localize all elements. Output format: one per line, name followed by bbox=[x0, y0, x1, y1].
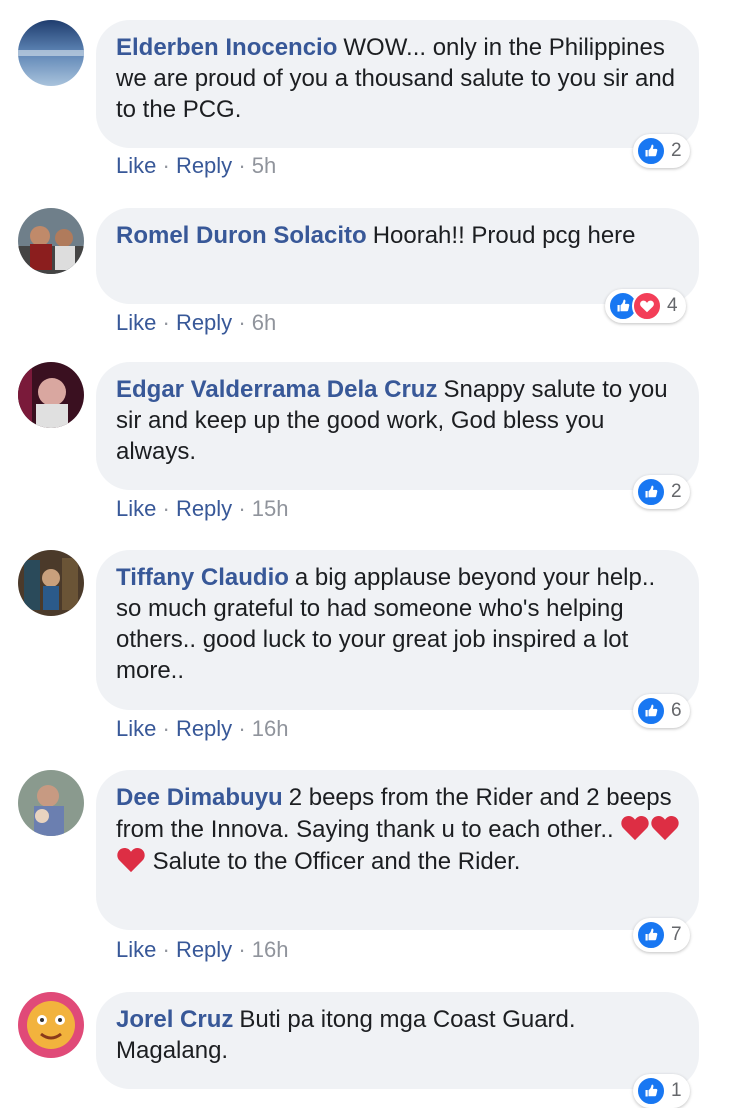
thumbs-up-icon bbox=[636, 136, 666, 166]
reaction-summary[interactable]: 6 bbox=[633, 694, 690, 728]
reply-link[interactable]: Reply bbox=[176, 496, 232, 521]
comment-actions: Like · Reply · 6h bbox=[116, 310, 277, 335]
reaction-count: 2 bbox=[671, 140, 682, 161]
comment-actions: Like · Reply · 15h bbox=[116, 496, 289, 521]
comment-bubble: Tiffany Claudio a big applause beyond you… bbox=[96, 550, 699, 710]
avatar[interactable] bbox=[18, 992, 84, 1058]
reaction-summary[interactable]: 1 bbox=[633, 1074, 690, 1108]
heart-icon bbox=[632, 291, 662, 321]
thumbs-up-icon bbox=[636, 1076, 666, 1106]
comment-text: Salute to the Officer and the Rider. bbox=[152, 848, 521, 875]
reply-link[interactable]: Reply bbox=[176, 716, 232, 741]
like-link[interactable]: Like bbox=[116, 496, 156, 521]
reaction-count: 2 bbox=[671, 481, 682, 502]
red-heart-emoji bbox=[116, 845, 146, 873]
comment-author[interactable]: Elderben Inocencio bbox=[116, 34, 337, 61]
like-link[interactable]: Like bbox=[116, 716, 156, 741]
comment-timestamp[interactable]: 5h bbox=[252, 153, 276, 178]
reaction-count: 7 bbox=[671, 924, 682, 945]
like-link[interactable]: Like bbox=[116, 153, 156, 178]
thumbs-up-icon bbox=[636, 920, 666, 950]
thumbs-up-icon bbox=[636, 477, 666, 507]
reaction-summary[interactable]: 2 bbox=[633, 134, 690, 168]
comment-author[interactable]: Tiffany Claudio bbox=[116, 564, 289, 591]
comment-timestamp[interactable]: 15h bbox=[252, 496, 289, 521]
like-link[interactable]: Like bbox=[116, 937, 156, 962]
reply-link[interactable]: Reply bbox=[176, 153, 232, 178]
comment-actions: Like · Reply · 5h bbox=[116, 153, 277, 178]
reaction-count: 1 bbox=[671, 1080, 682, 1101]
like-link[interactable]: Like bbox=[116, 310, 156, 335]
thumbs-up-icon bbox=[636, 696, 666, 726]
comment-author[interactable]: Romel Duron Solacito bbox=[116, 222, 367, 249]
red-heart-emoji bbox=[650, 813, 680, 841]
reaction-count: 4 bbox=[667, 295, 678, 316]
comment-text: Hoorah!! Proud pcg here bbox=[372, 222, 636, 249]
comment-bubble: Elderben Inocencio WOW... only in the Phi… bbox=[96, 20, 699, 148]
comment-timestamp[interactable]: 16h bbox=[252, 716, 289, 741]
comment-actions: Like · Reply · 16h bbox=[116, 716, 289, 741]
reaction-summary[interactable]: 2 bbox=[633, 475, 690, 509]
comment-bubble: Romel Duron Solacito Hoorah!! Proud pcg h… bbox=[96, 208, 699, 304]
red-heart-emoji bbox=[620, 813, 650, 841]
comment-actions: Like · Reply · 16h bbox=[116, 937, 289, 962]
comment-bubble: Dee Dimabuyu 2 beeps from the Rider and 2… bbox=[96, 770, 699, 930]
reaction-summary[interactable]: 4 bbox=[605, 289, 686, 323]
comment-author[interactable]: Edgar Valderrama Dela Cruz bbox=[116, 376, 437, 403]
comment-author[interactable]: Jorel Cruz bbox=[116, 1006, 233, 1033]
comment-timestamp[interactable]: 16h bbox=[252, 937, 289, 962]
reply-link[interactable]: Reply bbox=[176, 937, 232, 962]
comment-author[interactable]: Dee Dimabuyu bbox=[116, 784, 283, 811]
avatar[interactable] bbox=[18, 20, 84, 86]
reaction-count: 6 bbox=[671, 700, 682, 721]
avatar[interactable] bbox=[18, 208, 84, 274]
reaction-summary[interactable]: 7 bbox=[633, 918, 690, 952]
comment-bubble: Edgar Valderrama Dela Cruz Snappy salute … bbox=[96, 362, 699, 490]
avatar[interactable] bbox=[18, 550, 84, 616]
reply-link[interactable]: Reply bbox=[176, 310, 232, 335]
avatar[interactable] bbox=[18, 362, 84, 428]
avatar[interactable] bbox=[18, 770, 84, 836]
comment-bubble: Jorel Cruz Buti pa itong mga Coast Guard.… bbox=[96, 992, 699, 1089]
comment-timestamp[interactable]: 6h bbox=[252, 310, 276, 335]
